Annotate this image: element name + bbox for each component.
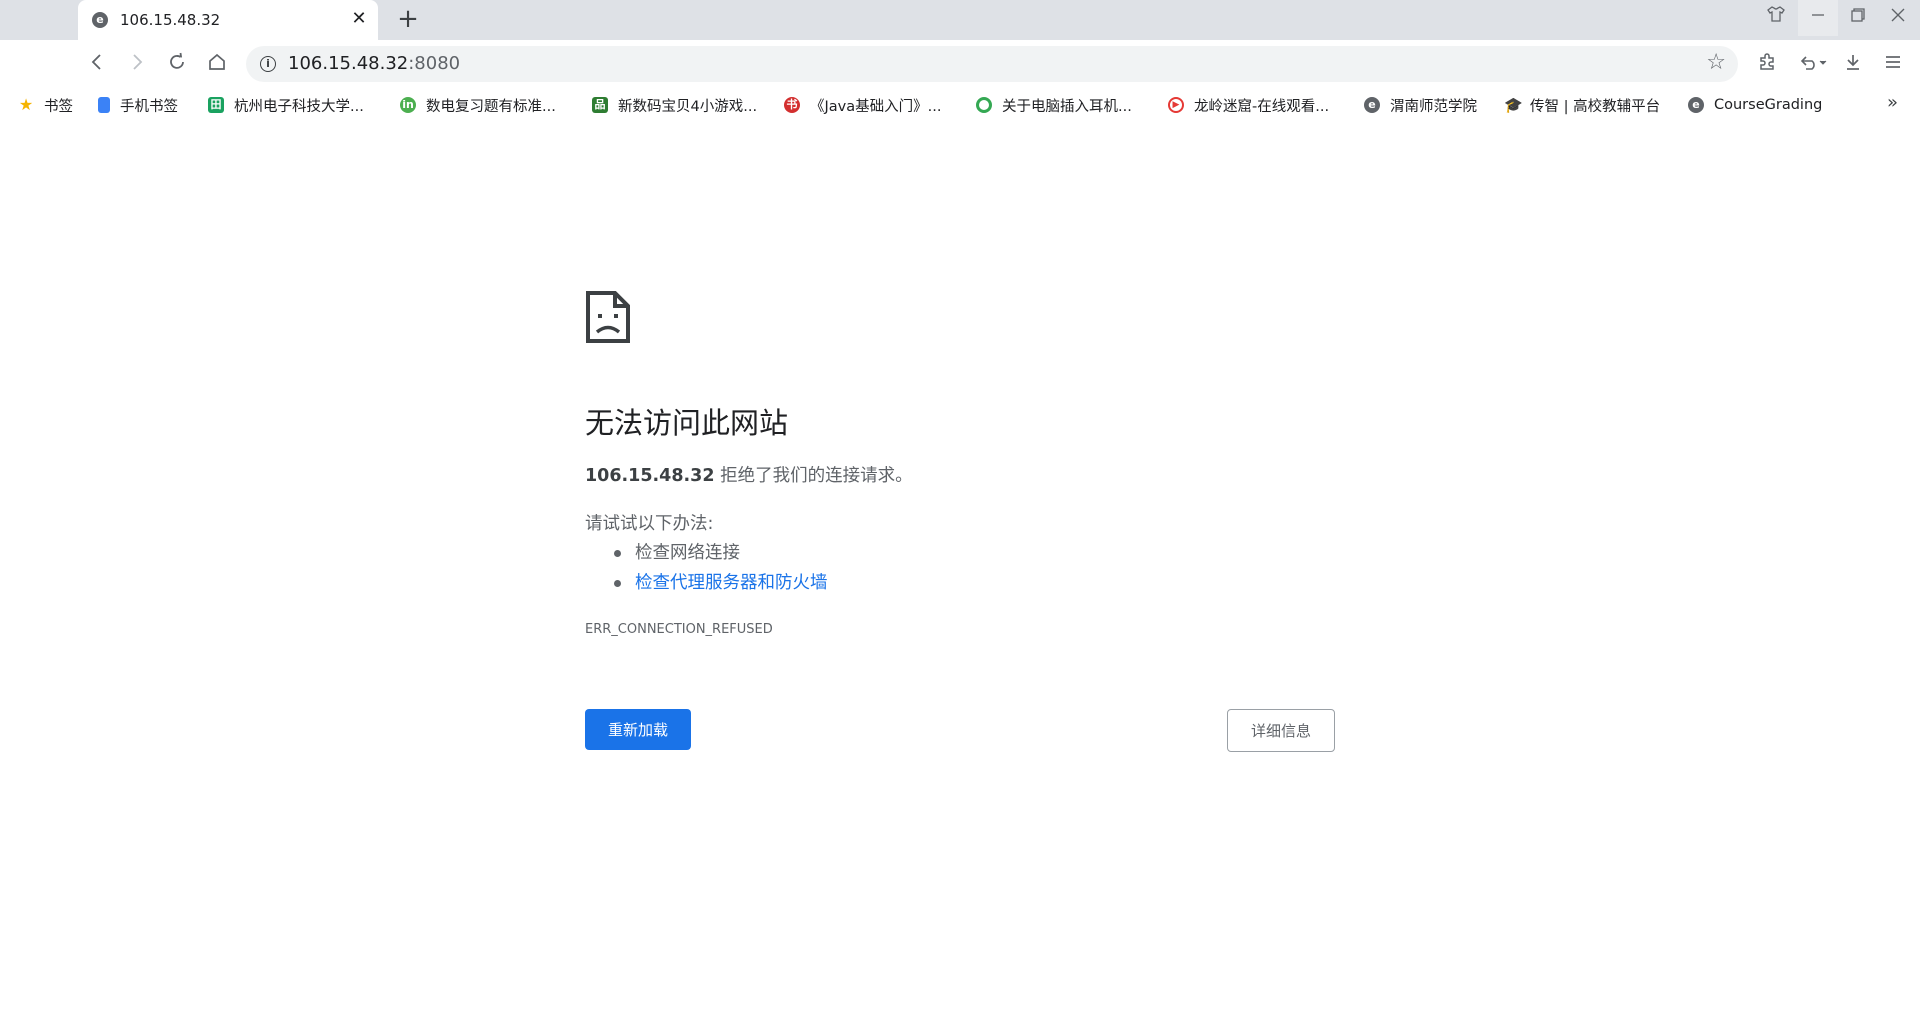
download-icon bbox=[1847, 55, 1859, 70]
home-icon bbox=[209, 53, 225, 70]
error-description: 106.15.48.32 拒绝了我们的连接请求。 bbox=[585, 466, 913, 486]
error-code: ERR_CONNECTION_REFUSED bbox=[585, 622, 773, 637]
new-tab-button[interactable]: + bbox=[394, 6, 422, 34]
back-button[interactable] bbox=[82, 50, 112, 80]
bookmark-star-icon[interactable]: ☆ bbox=[1706, 50, 1726, 75]
bookmark-item[interactable]: ▶ 龙岭迷窟-在线观看... bbox=[1168, 94, 1329, 116]
bookmarks-more-button[interactable]: » bbox=[1887, 92, 1898, 113]
bookmark-item[interactable]: e 渭南师范学院 bbox=[1364, 94, 1477, 116]
bookmark-item[interactable]: 书 《Java基础入门》... bbox=[784, 94, 941, 116]
book-icon: 书 bbox=[784, 97, 800, 113]
suggestions-title: 请试试以下办法: bbox=[585, 514, 714, 534]
bookmark-item[interactable]: ★ 书签 bbox=[18, 94, 73, 116]
restore-icon bbox=[1851, 8, 1865, 22]
bookmark-item[interactable]: 🎓 传智 | 高校教辅平台 bbox=[1504, 94, 1660, 116]
e-icon: e bbox=[1364, 97, 1380, 113]
bookmarks-bar: ★ 书签 手机书签 田 杭州电子科技大学... in 数电复习题有标准... 品… bbox=[0, 88, 1920, 122]
reload-button[interactable] bbox=[162, 50, 192, 80]
browser-tab[interactable]: e 106.15.48.32 ✕ bbox=[78, 0, 378, 40]
bookmark-item[interactable]: 品 新数码宝贝4小游戏... bbox=[592, 94, 757, 116]
in-icon: in bbox=[400, 97, 416, 113]
bookmark-item[interactable]: e CourseGrading bbox=[1688, 94, 1822, 116]
bookmark-item[interactable]: 手机书签 bbox=[98, 94, 178, 116]
bookmark-item[interactable]: in 数电复习题有标准... bbox=[400, 94, 556, 116]
suggestion-check-network: 检查网络连接 bbox=[610, 538, 828, 568]
error-heading: 无法访问此网站 bbox=[585, 406, 789, 440]
extensions-button[interactable] bbox=[1752, 50, 1782, 80]
school-icon: 田 bbox=[208, 97, 224, 113]
undo-icon bbox=[1800, 56, 1827, 70]
play-icon: ▶ bbox=[1168, 97, 1184, 113]
close-icon bbox=[1891, 8, 1905, 22]
tab-favicon-icon: e bbox=[92, 12, 108, 28]
address-bar[interactable]: i 106.15.48.32:8080 ☆ bbox=[246, 46, 1738, 82]
suggestion-check-proxy-link[interactable]: 检查代理服务器和防火墙 bbox=[610, 568, 828, 598]
tab-title: 106.15.48.32 bbox=[120, 11, 221, 29]
browser-toolbar: i 106.15.48.32:8080 ☆ bbox=[0, 40, 1920, 88]
minimize-button[interactable] bbox=[1798, 0, 1838, 36]
details-button[interactable]: 详细信息 bbox=[1227, 709, 1335, 752]
tab-close-icon[interactable]: ✕ bbox=[348, 8, 370, 30]
menu-button[interactable] bbox=[1878, 50, 1908, 80]
info-icon[interactable]: i bbox=[260, 56, 276, 72]
e-icon: e bbox=[1688, 97, 1704, 113]
reload-icon bbox=[170, 52, 184, 69]
home-button[interactable] bbox=[202, 50, 232, 80]
back-icon bbox=[91, 54, 101, 70]
suggestions-list: 检查网络连接 检查代理服务器和防火墙 bbox=[610, 538, 828, 598]
bookmark-item[interactable]: 关于电脑插入耳机... bbox=[976, 94, 1132, 116]
forward-button[interactable] bbox=[122, 50, 152, 80]
game-icon: 品 bbox=[592, 97, 608, 113]
phone-icon bbox=[98, 97, 110, 113]
minimize-icon bbox=[1812, 14, 1824, 16]
url-text[interactable]: 106.15.48.32:8080 bbox=[288, 53, 460, 74]
download-button[interactable] bbox=[1838, 50, 1868, 80]
undo-button[interactable] bbox=[1796, 50, 1830, 80]
search-icon bbox=[976, 97, 992, 113]
bookmark-item[interactable]: 田 杭州电子科技大学... bbox=[208, 94, 364, 116]
title-bar: e 106.15.48.32 ✕ + bbox=[0, 0, 1920, 40]
close-window-button[interactable] bbox=[1878, 0, 1918, 36]
shirt-icon[interactable] bbox=[1756, 0, 1796, 36]
forward-icon bbox=[133, 54, 143, 70]
cap-icon: 🎓 bbox=[1504, 96, 1523, 114]
extensions-icon bbox=[1760, 53, 1774, 70]
sad-page-icon bbox=[586, 291, 630, 343]
menu-icon bbox=[1886, 56, 1900, 68]
reload-button-primary[interactable]: 重新加载 bbox=[585, 709, 691, 750]
star-icon: ★ bbox=[18, 95, 34, 114]
restore-button[interactable] bbox=[1838, 0, 1878, 36]
